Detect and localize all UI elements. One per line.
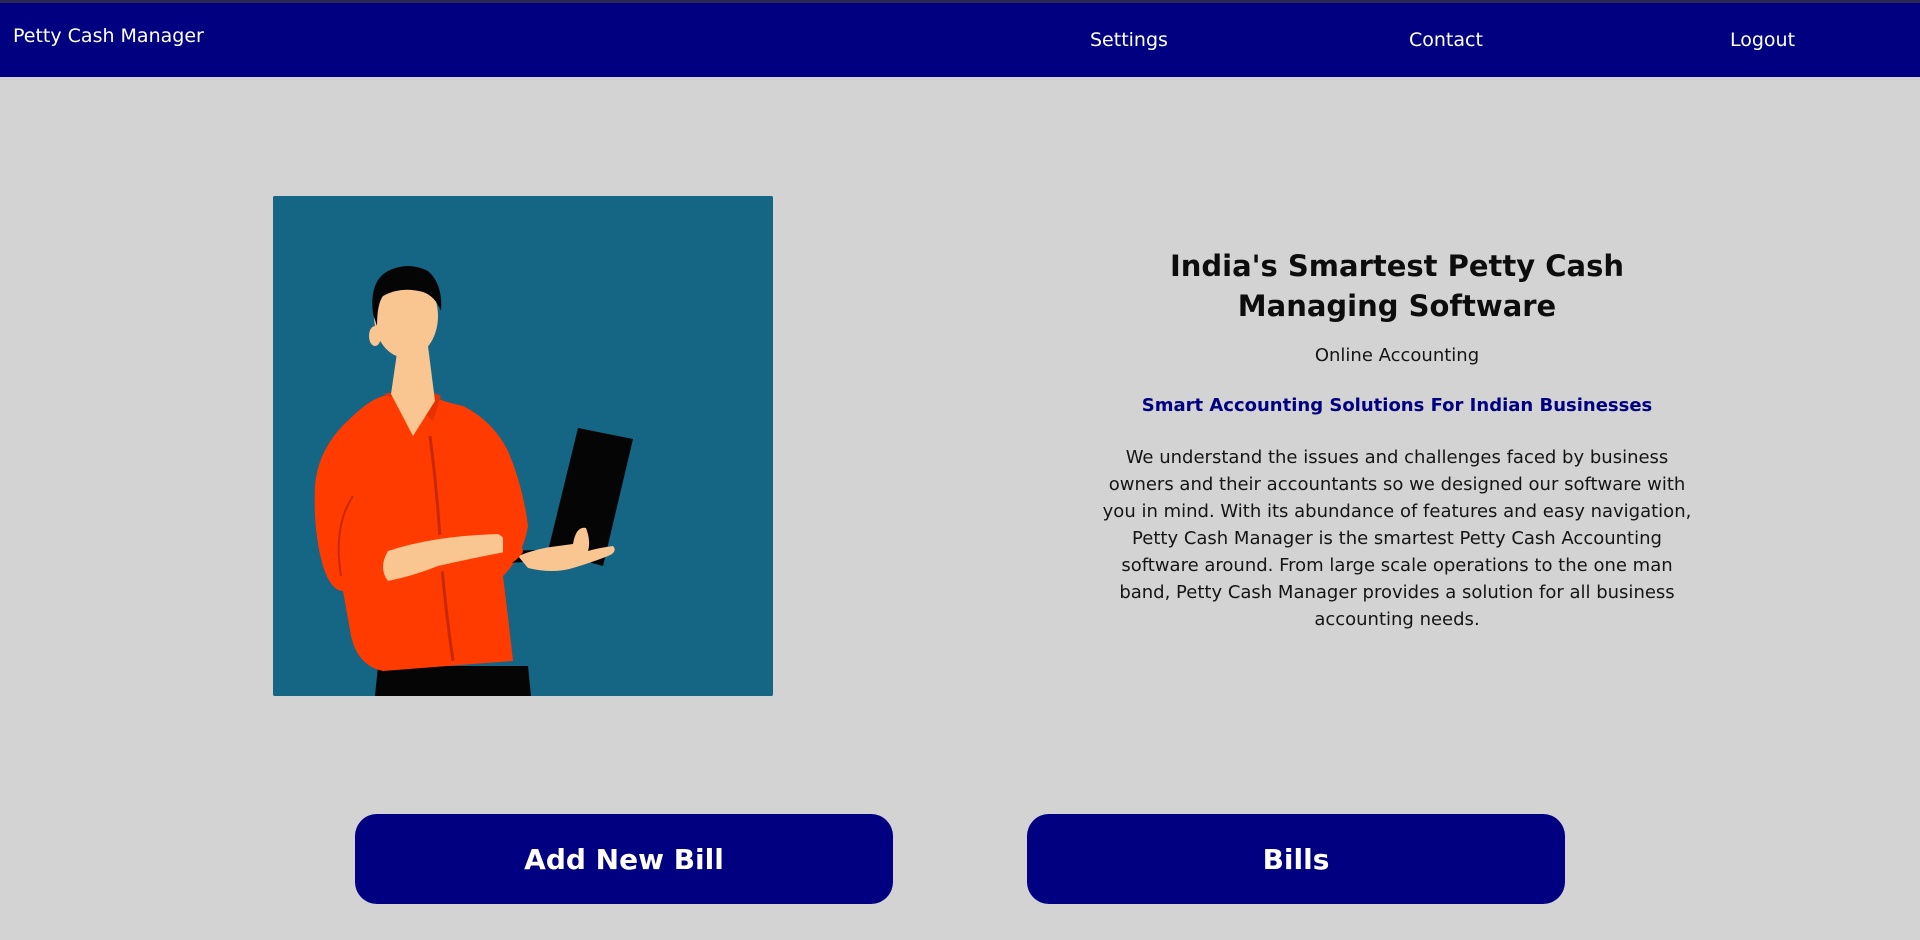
nav-link-settings[interactable]: Settings: [1090, 29, 1168, 51]
add-new-bill-button[interactable]: Add New Bill: [355, 814, 893, 904]
subtitle: Online Accounting: [1314, 345, 1480, 366]
person-with-laptop-icon: [273, 196, 773, 696]
bills-button[interactable]: Bills: [1027, 814, 1565, 904]
tagline: Smart Accounting Solutions For Indian Bu…: [1141, 395, 1653, 416]
page-headline: India's Smartest Petty Cash Managing Sof…: [1169, 249, 1625, 323]
brand-title[interactable]: Petty Cash Manager: [13, 25, 204, 47]
description-text: We understand the issues and challenges …: [1102, 447, 1692, 630]
nav-link-logout[interactable]: Logout: [1730, 29, 1795, 51]
top-navbar: Petty Cash Manager Settings Contact Logo…: [0, 0, 1920, 77]
hero-illustration: [273, 196, 773, 696]
info-section: India's Smartest Petty Cash Managing Sof…: [1097, 246, 1697, 633]
nav-link-contact[interactable]: Contact: [1409, 29, 1483, 51]
